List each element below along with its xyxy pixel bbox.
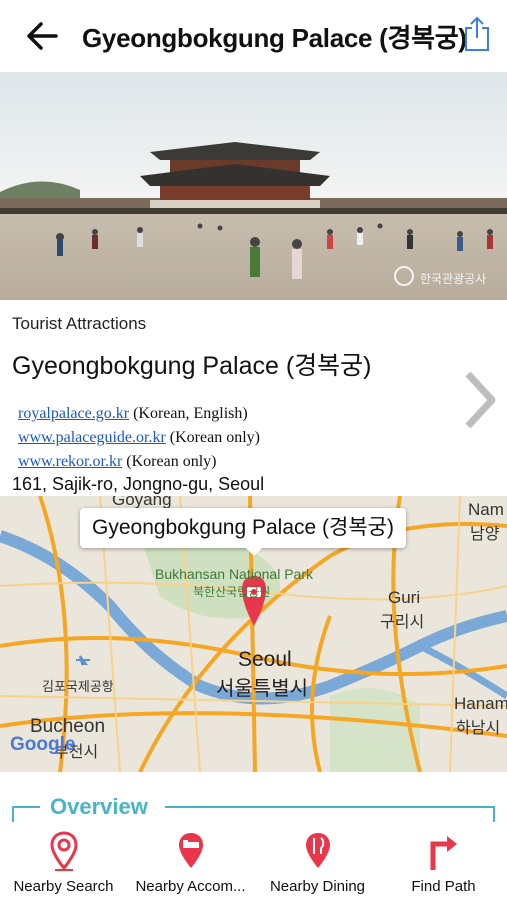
turn-arrow-icon [430, 836, 457, 870]
map-callout[interactable]: Gyeongbokgung Palace (경복궁) [80, 508, 406, 556]
overview-heading: Overview [50, 794, 148, 819]
map-label: 서울특별시 [216, 678, 308, 700]
place-name: Gyeongbokgung Palace (경복궁) [12, 352, 372, 380]
map-label: Seoul [238, 648, 292, 671]
website-link[interactable]: royalpalace.go.kr [18, 405, 129, 422]
nearby-dining-tab[interactable]: Nearby Dining [254, 822, 381, 900]
link-row: www.palaceguide.or.kr (Korean only) [18, 426, 260, 450]
top-bar: Gyeongbokgung Palace (경복궁) [0, 0, 507, 72]
page-title: Gyeongbokgung Palace (경복궁) [82, 23, 467, 53]
google-logo: Google [10, 734, 76, 755]
tab-label: Nearby Accom... [135, 878, 246, 895]
website-link[interactable]: www.rekor.or.kr [18, 453, 122, 470]
overview-divider [12, 806, 40, 822]
link-note: (Korean only) [122, 453, 217, 470]
dining-pin-icon [305, 833, 330, 868]
location-pin-icon [49, 831, 78, 871]
photo-watermark: 한국관광공사 [420, 272, 487, 286]
overview-divider [165, 806, 495, 822]
map-label: 북한산국립공원 [193, 585, 271, 599]
website-links: royalpalace.go.kr (Korean, English) www.… [18, 402, 260, 474]
map-label: 하남시 [456, 720, 501, 737]
back-arrow-icon[interactable] [22, 16, 62, 56]
map-label: Nam [468, 500, 504, 519]
map-label: Hanam [454, 694, 507, 713]
address: 161, Sajik-ro, Jongno-gu, Seoul [12, 474, 265, 494]
link-note: (Korean only) [165, 429, 260, 446]
link-row: www.rekor.or.kr (Korean only) [18, 450, 260, 474]
tab-label: Nearby Search [13, 878, 114, 895]
map-label: 남양 [470, 526, 500, 543]
tab-label: Nearby Dining [269, 878, 366, 895]
bottom-action-bar: Nearby Search Nearby Accom... Nearby Din… [0, 822, 507, 900]
category-label: Tourist Attractions [12, 314, 147, 333]
bed-pin-icon [178, 833, 203, 868]
nearby-accommodation-tab[interactable]: Nearby Accom... [127, 822, 254, 900]
nearby-search-tab[interactable]: Nearby Search [0, 822, 127, 900]
map-label: Guri [388, 588, 421, 607]
tab-label: Find Path [411, 878, 476, 895]
link-row: royalpalace.go.kr (Korean, English) [18, 402, 260, 426]
map-label: 구리시 [380, 614, 425, 631]
chevron-right-icon[interactable] [460, 368, 500, 432]
share-icon[interactable] [462, 14, 492, 54]
map-label: Bukhansan National Park [155, 566, 313, 582]
map-label: 김포국제공항 [42, 679, 114, 694]
find-path-tab[interactable]: Find Path [380, 822, 507, 900]
palace-photo: 한국관광공사 [0, 72, 507, 300]
website-link[interactable]: www.palaceguide.or.kr [18, 429, 166, 446]
link-note: (Korean, English) [129, 405, 248, 422]
